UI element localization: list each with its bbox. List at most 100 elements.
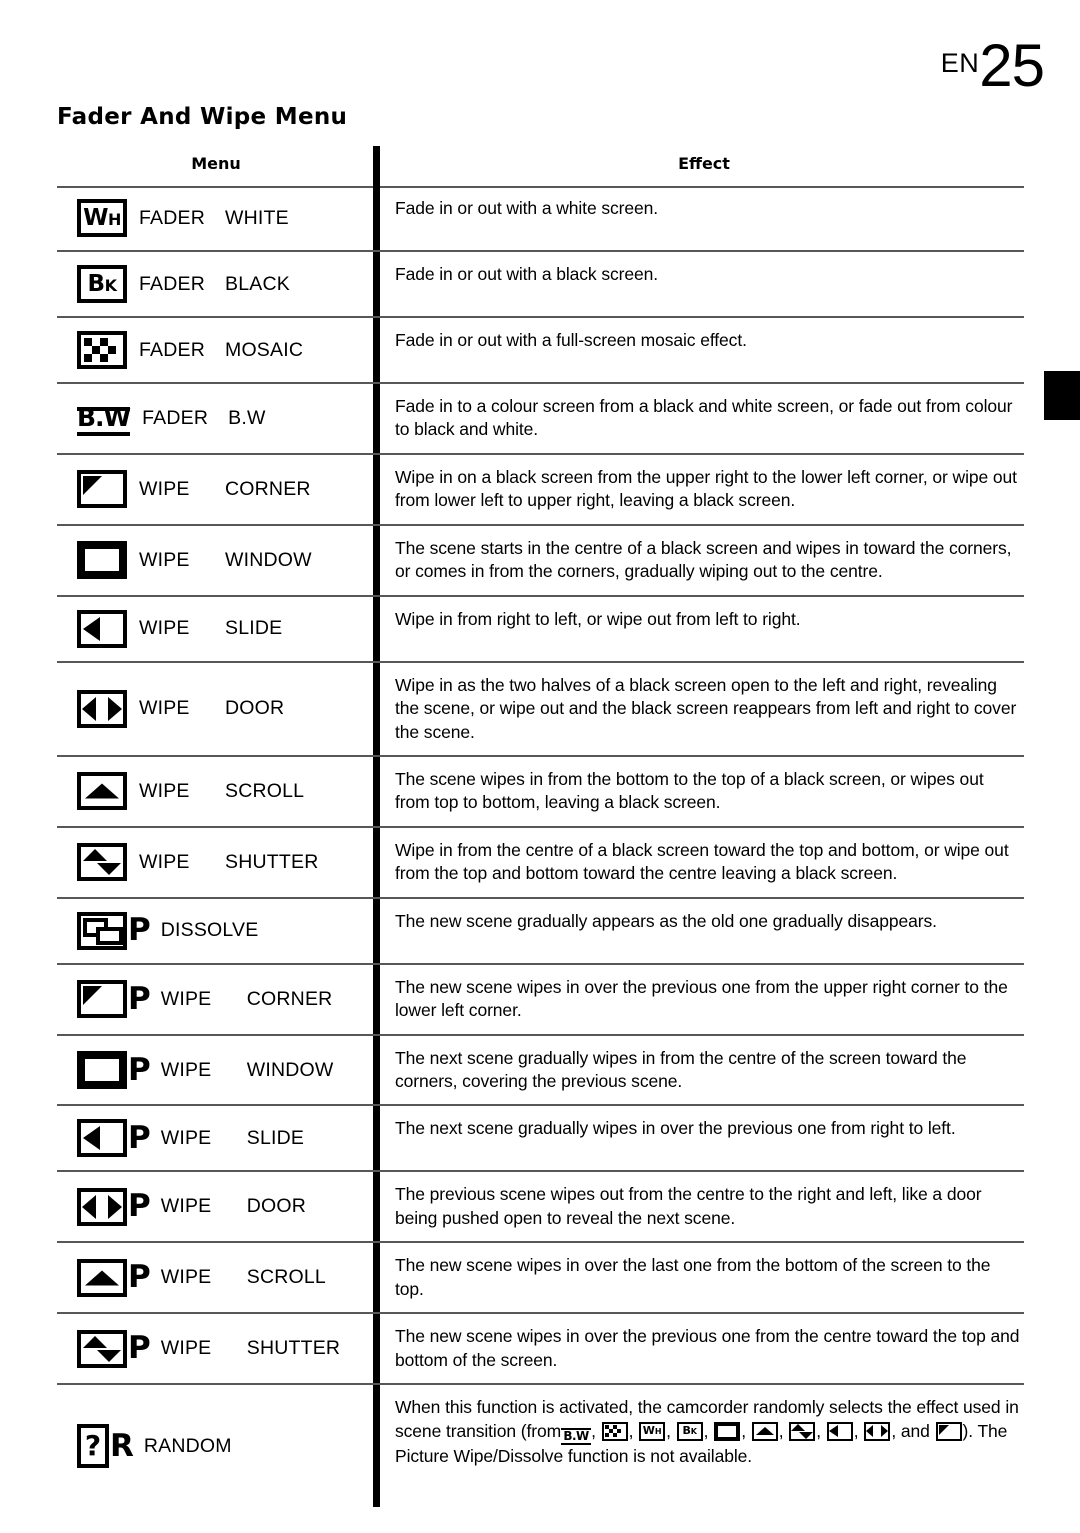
sep: , [591, 1420, 596, 1441]
effect-cell: The next scene gradually wipes in from t… [395, 1047, 967, 1091]
menu-label-primary: RANDOM [143, 1434, 232, 1457]
wipe-window-icon [77, 541, 127, 580]
wipe-slide-icon [826, 1421, 853, 1441]
menu-label: FADER B.W [142, 407, 265, 430]
menu-label: WIPE WINDOW [139, 549, 312, 572]
dissolve-icon: P [77, 911, 151, 950]
wipe-door-icon [77, 689, 127, 728]
fader-white-icon-text: WH [83, 204, 121, 231]
menu-cell: P WIPE WINDOW [57, 1036, 373, 1105]
menu-label-secondary: DOOR [225, 697, 285, 720]
menu-cell: WIPE SLIDE [57, 597, 373, 661]
table-row: P DISSOLVE The new scene gradually appea… [57, 899, 1024, 965]
wipe-scroll-icon [751, 1421, 778, 1441]
menu-cell: BK FADER BLACK [57, 252, 373, 316]
menu-label-primary: WIPE [160, 987, 212, 1010]
menu-label-secondary: DOOR [246, 1195, 307, 1218]
random-mode-suffix: R [110, 1427, 134, 1464]
picture-mode-suffix: P [128, 1188, 151, 1225]
menu-label: WIPE SCROLL [161, 1266, 326, 1289]
picture-wipe-scroll-icon: P [77, 1258, 151, 1297]
effect-cell: Fade in to a colour screen from a black … [395, 396, 1013, 440]
table-header-row: Menu Effect [57, 146, 1024, 188]
effect-cell: Wipe in as the two halves of a black scr… [395, 674, 1017, 742]
table-row: P WIPE SHUTTER The new scene wipes in ov… [57, 1314, 1024, 1386]
sep: , [816, 1420, 822, 1441]
effect-cell: Wipe in from the centre of a black scree… [395, 839, 1009, 884]
page-number: 25 [979, 32, 1045, 99]
wipe-shutter-icon [789, 1421, 816, 1441]
picture-mode-suffix: P [128, 912, 151, 949]
menu-cell: WIPE DOOR [57, 663, 373, 755]
effect-cell: The scene starts in the centre of a blac… [395, 537, 1012, 582]
menu-label: WIPE WINDOW [161, 1059, 334, 1082]
menu-label: WIPE SLIDE [139, 617, 282, 640]
menu-label: WIPE SCROLL [139, 780, 304, 803]
page-title: Fader And Wipe Menu [57, 104, 348, 130]
menu-label-secondary: MOSAIC [225, 338, 304, 361]
menu-label-secondary: WINDOW [246, 1058, 334, 1081]
wipe-slide-icon [77, 609, 127, 648]
menu-label-primary: FADER [139, 272, 206, 295]
effect-cell: The scene wipes in from the bottom to th… [395, 768, 984, 813]
picture-wipe-door-icon: P [77, 1187, 151, 1226]
wipe-corner-icon [77, 470, 127, 509]
fader-mosaic-icon [77, 331, 127, 369]
table-row: P WIPE SLIDE The next scene gradually wi… [57, 1106, 1024, 1173]
sep: , [741, 1420, 746, 1441]
sep: , [778, 1420, 784, 1441]
effect-cell: The new scene wipes in over the last one… [395, 1255, 991, 1299]
menu-label-secondary: B.W [228, 406, 266, 429]
table-row: WIPE WINDOW The scene starts in the cent… [57, 526, 1024, 597]
fader-black-icon-text: BK [682, 1423, 697, 1437]
fader-bw-icon-text: B.W [563, 1428, 589, 1443]
menu-label-secondary: SCROLL [225, 779, 305, 802]
menu-label-primary: FADER [142, 406, 209, 429]
fader-mosaic-icon [601, 1421, 628, 1441]
table-row: FADER MOSAIC Fade in or out with a full-… [57, 318, 1024, 384]
edge-thumb-tab [1044, 371, 1080, 420]
table-row: P WIPE WINDOW The next scene gradually w… [57, 1036, 1024, 1107]
menu-label-secondary: SHUTTER [246, 1337, 341, 1360]
menu-label-primary: WIPE [139, 548, 190, 571]
menu-cell: WH FADER WHITE [57, 186, 373, 250]
effect-cell: The new scene wipes in over the previous… [395, 976, 1008, 1021]
column-header-effect: Effect [678, 154, 730, 173]
picture-mode-suffix: P [128, 1330, 151, 1367]
menu-label-primary: FADER [139, 338, 206, 361]
fader-white-icon: WH [639, 1421, 666, 1441]
menu-label: WIPE SHUTTER [161, 1337, 340, 1360]
menu-label-secondary: WINDOW [225, 548, 312, 571]
fader-white-icon-text: WH [642, 1423, 662, 1437]
mosaic-pattern [81, 335, 123, 365]
table-row: P WIPE CORNER The new scene wipes in ove… [57, 965, 1024, 1036]
table-row: WIPE DOOR Wipe in as the two halves of a… [57, 663, 1024, 757]
wipe-scroll-icon [77, 772, 127, 811]
picture-mode-suffix: P [128, 1119, 151, 1156]
table-row: B.W FADER B.W Fade in to a colour screen… [57, 384, 1024, 455]
column-header-menu: Menu [191, 154, 241, 173]
menu-label-secondary: CORNER [225, 477, 311, 500]
menu-label: FADER BLACK [139, 273, 290, 296]
menu-label-secondary: SCROLL [246, 1266, 326, 1289]
page-header: EN25 [940, 36, 1045, 96]
menu-label: RANDOM [144, 1435, 232, 1458]
menu-label-primary: WIPE [139, 850, 190, 873]
edition-label: EN [940, 48, 980, 78]
picture-mode-suffix: P [128, 1259, 151, 1296]
menu-cell: WIPE SCROLL [57, 757, 373, 826]
effect-cell: Fade in or out with a black screen. [395, 264, 659, 284]
menu-label-primary: WIPE [160, 1058, 212, 1081]
menu-cell: P WIPE DOOR [57, 1172, 373, 1241]
fader-bw-icon-text: B.W [77, 403, 131, 433]
menu-label-secondary: SLIDE [246, 1126, 305, 1149]
sep: , [703, 1420, 709, 1441]
menu-label-primary: WIPE [160, 1337, 212, 1360]
effect-cell-random: When this function is activated, the cam… [373, 1385, 1024, 1507]
wipe-window-icon [714, 1421, 741, 1441]
sep: , [853, 1420, 859, 1441]
effect-cell: Fade in or out with a white screen. [395, 198, 659, 218]
sep: , [628, 1420, 634, 1441]
menu-label: WIPE DOOR [139, 697, 284, 720]
menu-cell: FADER MOSAIC [57, 318, 373, 382]
